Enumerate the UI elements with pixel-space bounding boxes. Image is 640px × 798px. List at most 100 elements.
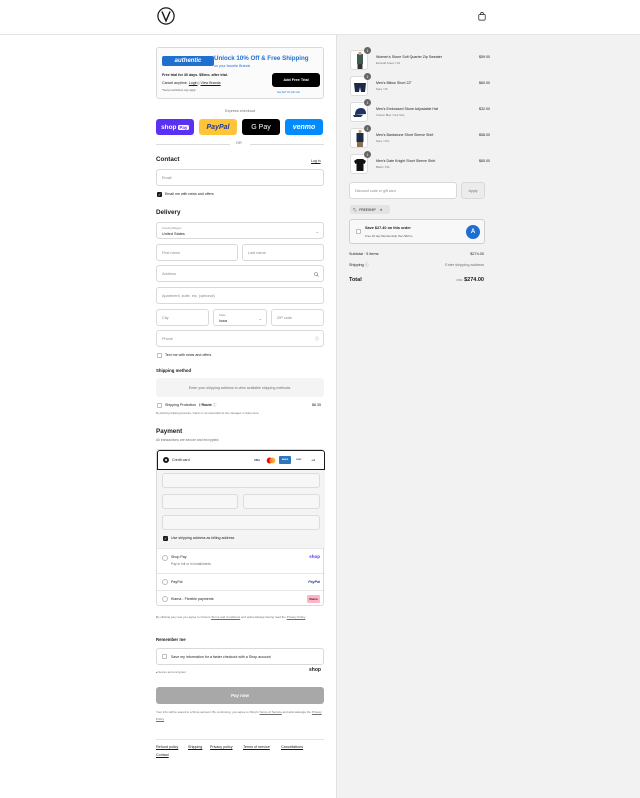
apply-discount-button[interactable]: Apply (461, 182, 485, 199)
info-icon[interactable]: ⓘ (213, 403, 217, 407)
shipping-protection-legal: By declining shipping protection, Volcom… (156, 412, 260, 415)
paypal-option[interactable]: PayPal PayPal (157, 573, 325, 590)
more-cards-badge: +4 (311, 458, 315, 462)
address-field[interactable]: Address (156, 265, 324, 282)
shop-pay-option[interactable]: Shop Pay Pay in full or in installments … (157, 548, 325, 573)
pay-now-button[interactable]: Pay now (156, 687, 324, 704)
contact-heading: Contact (156, 156, 180, 163)
country-select[interactable]: Country/Region United States ⌄ (156, 222, 324, 239)
text-news-checkbox[interactable] (157, 353, 162, 358)
city-field[interactable]: City (156, 309, 209, 326)
remember-me-heading: Remember me (156, 637, 186, 642)
item-name: Women's Stone Soft Quarter Zip Sweater (376, 55, 442, 59)
refund-policy-link[interactable]: Refund policy (156, 745, 178, 749)
quantity-badge: 1 (364, 47, 371, 54)
discount-code-input[interactable]: Discount code or gift card (349, 182, 457, 199)
item-price: $58.00 (479, 133, 490, 137)
add-free-trial-button[interactable]: Add Free Trial (272, 73, 320, 87)
promo-trial-text: Free trial for 30 days. $5/mo. after tri… (162, 73, 228, 77)
discount-tag: 🏷︎ FREESHIP ✕ (350, 205, 390, 214)
terms-link[interactable]: Terms and Conditions (211, 615, 240, 619)
terms-of-service-link[interactable]: Terms of service (243, 745, 270, 749)
email-field[interactable]: Email (156, 169, 324, 186)
shop-pay-radio[interactable] (162, 555, 168, 561)
pay-consent-legal: By clicking pay now you agree to Volcom … (156, 615, 306, 619)
credit-card-option[interactable]: Credit card VISA AMEX DISC +4 (157, 450, 325, 470)
card-number-field[interactable] (162, 473, 320, 488)
klarna-radio[interactable] (162, 596, 168, 602)
item-variant: Emerald Green / XS (376, 62, 401, 65)
info-icon[interactable]: ⓘ (365, 263, 369, 267)
save-info-checkbox[interactable] (162, 654, 167, 659)
shipping-protection-price: $8.35 (312, 403, 321, 407)
billing-same-checkbox[interactable] (163, 536, 168, 541)
offer-title: Save $27.40 on this order (365, 226, 411, 230)
subtotal-label: Subtotal · 5 items (349, 252, 379, 256)
email-news-label: Email me with news and offers (165, 192, 214, 196)
shipping-link[interactable]: Shipping (188, 745, 202, 749)
apartment-field[interactable]: Apartment, suite, etc. (optional) (156, 287, 324, 304)
item-price: $65.00 (479, 159, 490, 163)
privacy-link[interactable]: Privacy Policy (287, 615, 306, 619)
promo-view-brands-link[interactable]: View Brands (201, 81, 221, 85)
paypal-logo: PayPal (308, 580, 320, 584)
card-name-field[interactable] (162, 515, 320, 530)
tag-icon: 🏷︎ (353, 207, 358, 212)
zip-field[interactable]: ZIP code (271, 309, 324, 326)
credit-card-label: Credit card (172, 458, 190, 462)
credit-card-radio[interactable] (163, 457, 169, 463)
shop-account-legal: Your info will be saved to a Shop accoun… (156, 710, 322, 721)
paypal-radio[interactable] (162, 579, 168, 585)
save-info-label: Save my information for a faster checkou… (171, 655, 271, 659)
email-news-checkbox[interactable] (157, 192, 162, 197)
shop-terms-link[interactable]: Terms of Service (259, 710, 281, 714)
cancellations-link[interactable]: Cancellations (281, 745, 303, 749)
promo-restrictions: *Some restrictions may apply (162, 89, 196, 92)
shipping-value: Enter shipping address (445, 263, 484, 267)
item-price: $32.00 (479, 107, 490, 111)
footer-divider (156, 739, 324, 740)
help-circle-icon[interactable]: ⓘ (315, 336, 319, 342)
volcom-stone-logo[interactable] (157, 7, 175, 25)
quantity-badge: 1 (364, 73, 371, 80)
cart-item: 1 Men's Date Knight Short Sleeve Shirt B… (350, 151, 490, 176)
shipping-protection-checkbox[interactable] (157, 403, 162, 408)
last-name-field[interactable]: Last name (242, 244, 324, 261)
remove-discount-icon[interactable]: ✕ (380, 208, 383, 212)
card-expiry-field[interactable] (162, 494, 238, 509)
klarna-option[interactable]: Klarna - Flexible payments Klarna (157, 590, 325, 607)
promo-see-link[interactable]: See $27.40 with trial (277, 91, 300, 94)
payment-subtitle: All transactions are secure and encrypte… (156, 438, 220, 442)
discover-icon: DISC (296, 459, 302, 461)
total-label: Total (349, 277, 362, 283)
paypal-button[interactable]: PayPal (199, 119, 237, 135)
item-name: Men's Billow Short 22" (376, 81, 412, 85)
item-name: Men's Date Knight Short Sleeve Shirt (376, 159, 436, 163)
state-select[interactable]: State Iowa ⌄ (213, 309, 267, 326)
shipping-method-heading: Shipping method (156, 368, 192, 373)
login-link[interactable]: Log in (311, 159, 321, 163)
shipping-protection-label: Shipping Protection ⟟ Route ⓘ (165, 403, 217, 407)
remember-me-box: Save my information for a faster checkou… (156, 648, 324, 665)
cart-item: 1 Men's Embossed Stone Adjustable Hat Co… (350, 99, 490, 124)
credit-card-form: Use shipping address as billing address (157, 470, 325, 548)
item-variant: Black / XXL (376, 166, 390, 169)
phone-field[interactable]: Phone ⓘ (156, 330, 324, 347)
google-pay-button[interactable]: G Pay (242, 119, 280, 135)
first-name-field[interactable]: First name (156, 244, 238, 261)
card-cvv-field[interactable] (243, 494, 320, 509)
membership-offer-checkbox[interactable] (356, 229, 361, 234)
cart-item: 1 Women's Stone Soft Quarter Zip Sweater… (350, 47, 490, 72)
shop-pay-button[interactable]: shop Pay (156, 119, 194, 135)
secure-encrypted-label: 🔒︎ Secure and encrypted (156, 670, 186, 674)
contact-link[interactable]: Contact (156, 753, 169, 757)
venmo-button[interactable]: venmo (285, 119, 323, 135)
shopping-bag-icon[interactable] (478, 12, 486, 21)
checkout-header (0, 0, 640, 35)
promo-login-link[interactable]: Login (189, 81, 198, 85)
delivery-heading: Delivery (156, 209, 181, 216)
text-news-label: Text me with news and offers (165, 353, 212, 357)
privacy-policy-link[interactable]: Privacy policy (210, 745, 233, 749)
item-price: $59.00 (479, 55, 490, 59)
item-name: Men's Bankstone Short Sleeve Shirt (376, 133, 434, 137)
